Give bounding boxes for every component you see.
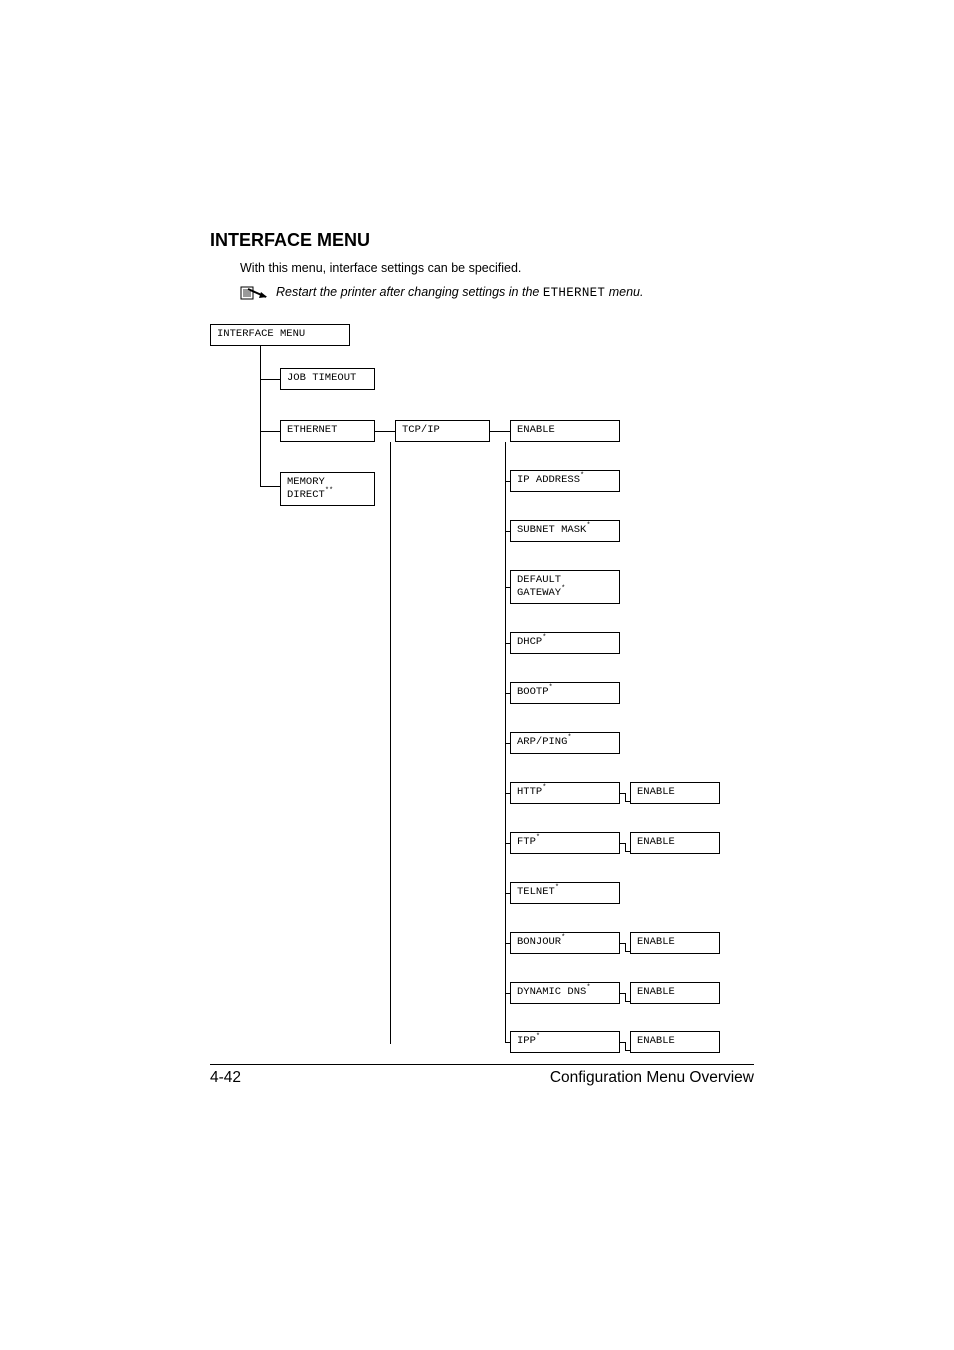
sup: *: [536, 834, 540, 842]
box-interface-menu: INTERFACE MENU: [210, 324, 350, 346]
connector: [625, 943, 626, 951]
label: IPP: [517, 1035, 536, 1047]
box-ftp-enable: ENABLE: [630, 832, 720, 854]
connector: [260, 431, 280, 432]
connector: [490, 431, 510, 432]
connector: [390, 442, 391, 1044]
sup: **: [325, 487, 333, 495]
connector: [260, 379, 280, 380]
connector: [375, 431, 395, 432]
footer-page-number: 4-42: [210, 1069, 241, 1087]
box-ftp: FTP*: [510, 832, 620, 854]
note-icon: [240, 285, 268, 306]
label: BOOTP: [517, 686, 549, 698]
connector: [505, 442, 506, 1042]
label: BONJOUR: [517, 936, 561, 948]
sup: *: [555, 884, 559, 892]
box-dhcp: DHCP*: [510, 632, 620, 654]
box-bonjour: BONJOUR*: [510, 932, 620, 954]
note-row: Restart the printer after changing setti…: [240, 285, 754, 306]
intro-text: With this menu, interface settings can b…: [240, 261, 754, 275]
footer-title: Configuration Menu Overview: [550, 1069, 754, 1087]
sup: *: [586, 522, 590, 530]
box-tcpip: TCP/IP: [395, 420, 490, 442]
box-ethernet: ETHERNET: [280, 420, 375, 442]
label: MEMORY: [287, 476, 325, 488]
menu-diagram: INTERFACE MENU JOB TIMEOUT ETHERNET MEMO…: [210, 324, 754, 1044]
box-bonjour-enable: ENABLE: [630, 932, 720, 954]
box-memory-direct: MEMORY DIRECT**: [280, 472, 375, 506]
label: DYNAMIC DNS: [517, 986, 586, 998]
note-mono: ETHERNET: [543, 286, 605, 300]
box-subnet-mask: SUBNET MASK*: [510, 520, 620, 542]
box-ip-address: IP ADDRESS*: [510, 470, 620, 492]
box-dynamic-dns-enable: ENABLE: [630, 982, 720, 1004]
label: DEFAULT: [517, 574, 561, 586]
sup: *: [561, 585, 565, 593]
sup: *: [542, 634, 546, 642]
section-heading: INTERFACE MENU: [210, 230, 754, 251]
note-suffix: menu.: [605, 285, 643, 299]
box-bootp: BOOTP*: [510, 682, 620, 704]
box-default-gateway: DEFAULT GATEWAY*: [510, 570, 620, 604]
sup: *: [580, 472, 584, 480]
page-footer: 4-42 Configuration Menu Overview: [210, 1065, 754, 1087]
connector: [625, 793, 626, 801]
sup: *: [586, 984, 590, 992]
sup: *: [561, 934, 565, 942]
label: FTP: [517, 836, 536, 848]
connector: [625, 993, 626, 1001]
box-job-timeout: JOB TIMEOUT: [280, 368, 375, 390]
connector: [260, 346, 261, 486]
note-text: Restart the printer after changing setti…: [276, 285, 643, 300]
sup: *: [567, 734, 571, 742]
sup: *: [542, 784, 546, 792]
connector: [260, 486, 280, 487]
note-prefix: Restart the printer after changing setti…: [276, 285, 543, 299]
box-dynamic-dns: DYNAMIC DNS*: [510, 982, 620, 1004]
label: DHCP: [517, 636, 542, 648]
label: IP ADDRESS: [517, 474, 580, 486]
label: GATEWAY: [517, 587, 561, 599]
connector: [625, 1042, 626, 1050]
box-arp-ping: ARP/PING*: [510, 732, 620, 754]
sup: *: [549, 684, 553, 692]
box-ipp: IPP*: [510, 1031, 620, 1053]
label: HTTP: [517, 786, 542, 798]
box-telnet: TELNET*: [510, 882, 620, 904]
label: SUBNET MASK: [517, 524, 586, 536]
connector: [625, 843, 626, 851]
box-http-enable: ENABLE: [630, 782, 720, 804]
label: DIRECT: [287, 489, 325, 501]
label: ARP/PING: [517, 736, 567, 748]
box-http: HTTP*: [510, 782, 620, 804]
sup: *: [536, 1033, 540, 1041]
box-enable: ENABLE: [510, 420, 620, 442]
label: TELNET: [517, 886, 555, 898]
box-ipp-enable: ENABLE: [630, 1031, 720, 1053]
